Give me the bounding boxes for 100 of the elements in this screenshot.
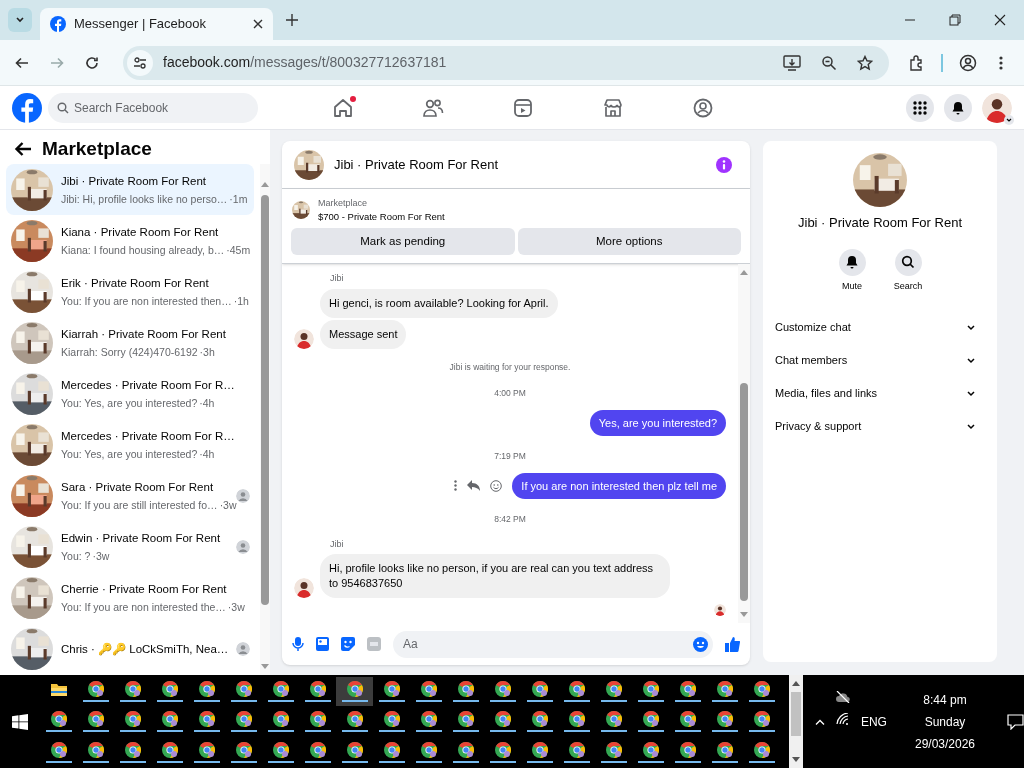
close-icon[interactable] [994,14,1006,26]
reload-icon[interactable] [84,54,100,71]
restore-icon[interactable] [949,14,961,26]
browser-window-button[interactable] [336,677,374,706]
chrome-icon [457,741,474,758]
chrome-icon [716,711,733,728]
conversation-item[interactable]: Jibi · Private Room For Rent Jibi: Hi, profile looks like no perso… ·1m [6,164,254,215]
emoji-icon[interactable] [693,636,708,652]
notice-text: Jibi is waiting for your response. [449,360,571,374]
section-row[interactable]: Media, files and links [775,377,985,410]
message-preview: Kiana: I found housing already, b… [61,242,225,258]
conversation-name: Erik · Private Room For Rent [61,275,209,291]
chrome-icon [642,741,659,758]
reply-icon[interactable] [467,480,481,492]
chrome-icon [568,681,585,697]
chrome-icon [198,681,215,697]
account-button[interactable] [982,92,1012,123]
chrome-icon [568,711,585,728]
wifi-icon[interactable] [835,712,850,725]
info-icon[interactable] [716,156,732,173]
incoming-message: Hi genci, is room available? Looking for April. [320,288,558,318]
new-tab-icon[interactable] [286,14,298,26]
chevron-down-icon [1004,114,1014,125]
browser-tab[interactable]: Messenger | Facebook [40,8,273,40]
chrome-icon [383,681,400,697]
tab-search-button[interactable] [8,8,32,32]
cloud-off-icon[interactable] [834,690,851,703]
like-icon[interactable] [725,636,740,652]
listing-source: Marketplace [318,197,369,210]
message-time: ·4h [199,395,215,411]
back-arrow-icon[interactable] [14,141,32,157]
message-time: ·3w [219,497,237,513]
message-preview: You: Yes, are you interested? [61,446,198,462]
chat-title: Jibi · Private Room For Rent [334,155,499,174]
conversation-name: Kiana · Private Room For Rent [61,224,219,240]
chrome-icon [161,741,178,758]
message-preview: You: If you are non interested then… [61,293,232,309]
chrome-icon [198,711,215,728]
notifications-icon[interactable] [1007,713,1024,730]
chrome-icon [494,741,511,758]
search-field[interactable]: Search Facebook [48,92,258,123]
profile-icon[interactable] [959,53,977,72]
clock[interactable]: 8:44 pm Sunday 29/03/2026 [914,688,975,755]
conversation-name: Mercedes · Private Room For R… [61,428,235,444]
sender-name: Jibi [330,537,345,551]
listing-action-button[interactable]: Mark as pending [291,228,515,255]
chrome-icon [346,741,363,758]
message-field[interactable]: Aa [393,630,713,658]
listing-title: $700 - Private Room For Rent [318,210,445,223]
photo-icon[interactable] [316,637,329,651]
listing-action-button[interactable]: More options [517,228,741,255]
site-info-button[interactable] [127,49,153,76]
home-icon [332,96,354,119]
menu-button[interactable] [906,93,934,122]
facebook-logo-icon [50,16,66,32]
message-preview: You: If you are non interested the… [61,599,226,615]
chrome-icon [531,711,548,728]
section-row[interactable]: Privacy & support [775,410,985,443]
facebook-logo-icon[interactable] [12,92,42,123]
sticker-icon[interactable] [341,637,355,651]
message-time: ·4h [199,446,215,462]
chrome-icon [531,681,548,697]
bookmark-star-icon[interactable] [857,54,873,71]
conversation-name: Jibi · Private Room For Rent [61,173,207,189]
bell-icon [845,255,859,269]
section-row[interactable]: Chat members [775,344,985,377]
conversation-name: Sara · Private Room For Rent [61,479,214,495]
message-preview: You: If you are still interested fo… [61,497,218,513]
scrollbar[interactable] [738,264,750,623]
conversation-name: Chris · 🔑🔑 LoCkSmiTh, Nea… [61,641,229,658]
windows-start-icon[interactable] [11,713,28,730]
close-icon[interactable] [253,19,263,29]
chrome-icon [494,711,511,728]
chevron-up-icon[interactable] [814,718,825,725]
conversation-title: Jibi · Private Room For Rent [798,214,962,232]
message-time: ·1h [233,293,249,309]
chrome-icon [272,681,289,697]
emoji-icon[interactable] [490,479,503,492]
more-icon[interactable] [454,480,458,492]
chrome-icon [494,681,511,697]
seen-avatar [714,604,726,616]
notifications-button[interactable] [944,93,972,122]
chrome-icon [605,681,622,697]
language-indicator[interactable]: ENG [860,712,887,731]
extensions-icon[interactable] [909,54,925,71]
chrome-icon [679,681,696,697]
microphone-icon[interactable] [292,637,304,651]
zoom-icon[interactable] [821,54,837,71]
scrollbar[interactable] [260,164,270,675]
chrome-icon [753,741,770,758]
section-row[interactable]: Customize chat [775,311,985,344]
avatar [982,92,1012,123]
bell-icon [951,100,965,115]
more-options-icon[interactable] [999,54,1003,71]
address-bar[interactable]: facebook.com/messages/t/800327712637181 [123,45,889,80]
chrome-icon [605,711,622,728]
scrollbar[interactable] [789,675,803,768]
chrome-icon [309,681,326,697]
install-app-icon[interactable] [783,54,801,71]
incoming-message: Message sent [320,319,407,349]
